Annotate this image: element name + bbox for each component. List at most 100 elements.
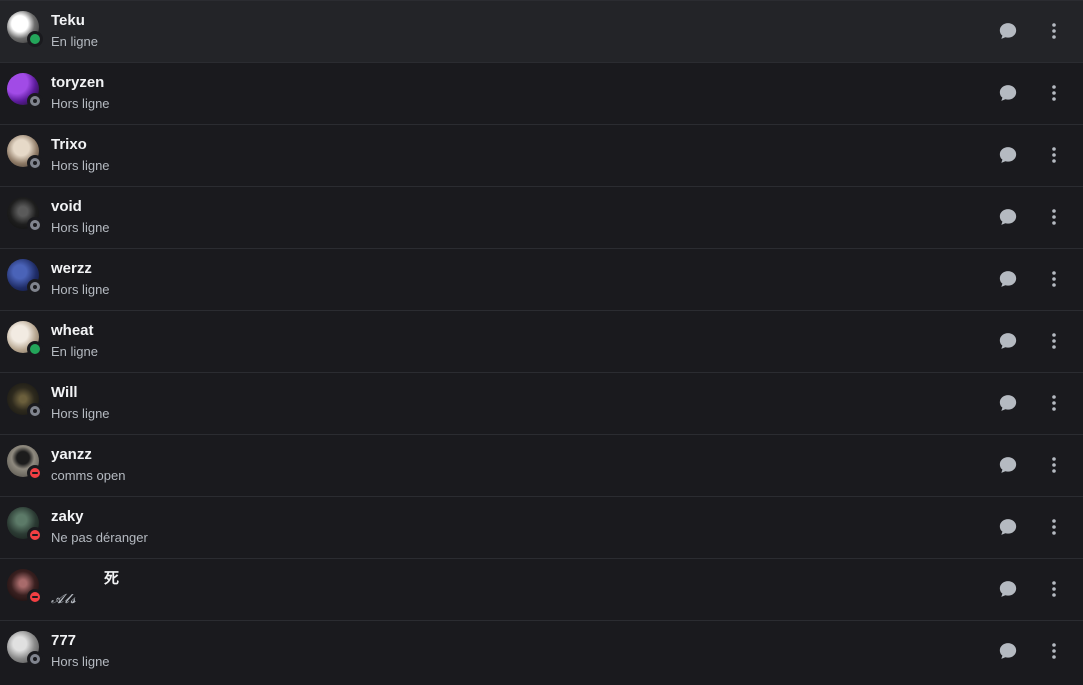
status-offline-indicator (27, 93, 43, 109)
avatar (7, 73, 43, 109)
message-button[interactable] (990, 633, 1026, 669)
friend-status-text: Hors ligne (51, 96, 110, 111)
friend-name: yanzz (51, 446, 92, 463)
friend-row[interactable]: yanzz comms open (0, 434, 1083, 496)
avatar (7, 445, 43, 481)
more-options-button[interactable] (1036, 261, 1072, 297)
message-button[interactable] (990, 323, 1026, 359)
friend-name: Trixo (51, 136, 87, 153)
friend-row[interactable]: Trixo Hors ligne (0, 124, 1083, 186)
chat-bubble-icon (999, 23, 1017, 39)
message-button[interactable] (990, 75, 1026, 111)
status-online-indicator (27, 31, 43, 47)
friend-name: zaky (51, 508, 84, 525)
more-options-button[interactable] (1036, 447, 1072, 483)
vertical-dots-icon (1052, 147, 1056, 163)
message-button[interactable] (990, 137, 1026, 173)
more-options-button[interactable] (1036, 633, 1072, 669)
friend-row[interactable]: werzz Hors ligne (0, 248, 1083, 310)
vertical-dots-icon (1052, 271, 1056, 287)
status-online-indicator (27, 341, 43, 357)
avatar (7, 321, 43, 357)
vertical-dots-icon (1052, 209, 1056, 225)
avatar (7, 197, 43, 233)
vertical-dots-icon (1052, 395, 1056, 411)
more-options-button[interactable] (1036, 75, 1072, 111)
friend-name: werzz (51, 260, 92, 277)
friend-status-text: En ligne (51, 34, 98, 49)
friend-row[interactable]: 死 𝓐𝓵𝓼 (0, 558, 1083, 620)
more-options-button[interactable] (1036, 571, 1072, 607)
more-options-button[interactable] (1036, 509, 1072, 545)
chat-bubble-icon (999, 519, 1017, 535)
friend-row[interactable]: void Hors ligne (0, 186, 1083, 248)
chat-bubble-icon (999, 581, 1017, 597)
avatar (7, 11, 43, 47)
friend-name: void (51, 198, 82, 215)
friends-list: Teku En ligne toryzen Hors ligne Trixo H… (0, 0, 1083, 685)
message-button[interactable] (990, 509, 1026, 545)
chat-bubble-icon (999, 643, 1017, 659)
friend-name: toryzen (51, 74, 105, 91)
avatar (7, 383, 43, 419)
vertical-dots-icon (1052, 581, 1056, 597)
friend-status-text: Hors ligne (51, 406, 110, 421)
friend-status-text: Hors ligne (51, 654, 110, 669)
status-dnd-indicator (27, 527, 43, 543)
friend-row[interactable]: Will Hors ligne (0, 372, 1083, 434)
chat-bubble-icon (999, 271, 1017, 287)
message-button[interactable] (990, 13, 1026, 49)
vertical-dots-icon (1052, 333, 1056, 349)
friend-row[interactable]: toryzen Hors ligne (0, 62, 1083, 124)
vertical-dots-icon (1052, 457, 1056, 473)
status-offline-indicator (27, 651, 43, 667)
friend-status-text: comms open (51, 468, 126, 483)
friend-name: 777 (51, 632, 77, 649)
chat-bubble-icon (999, 457, 1017, 473)
chat-bubble-icon (999, 85, 1017, 101)
more-options-button[interactable] (1036, 323, 1072, 359)
avatar (7, 631, 43, 667)
chat-bubble-icon (999, 147, 1017, 163)
friend-status-text: Hors ligne (51, 220, 110, 235)
avatar (7, 507, 43, 543)
friend-row[interactable]: Teku En ligne (0, 0, 1083, 62)
status-offline-indicator (27, 403, 43, 419)
message-button[interactable] (990, 385, 1026, 421)
friend-status-text: 𝓐𝓵𝓼 (51, 592, 77, 607)
status-offline-indicator (27, 155, 43, 171)
more-options-button[interactable] (1036, 137, 1072, 173)
friend-row[interactable]: zaky Ne pas déranger (0, 496, 1083, 558)
vertical-dots-icon (1052, 23, 1056, 39)
friend-name: Teku (51, 12, 85, 29)
vertical-dots-icon (1052, 85, 1056, 101)
message-button[interactable] (990, 261, 1026, 297)
more-options-button[interactable] (1036, 199, 1072, 235)
friend-name: wheat (51, 322, 94, 339)
chat-bubble-icon (999, 333, 1017, 349)
friend-status-text: Hors ligne (51, 282, 110, 297)
chat-bubble-icon (999, 209, 1017, 225)
avatar (7, 569, 43, 605)
more-options-button[interactable] (1036, 385, 1072, 421)
message-button[interactable] (990, 447, 1026, 483)
friend-status-text: En ligne (51, 344, 98, 359)
avatar (7, 259, 43, 295)
status-dnd-indicator (27, 465, 43, 481)
vertical-dots-icon (1052, 519, 1056, 535)
chat-bubble-icon (999, 395, 1017, 411)
status-dnd-indicator (27, 589, 43, 605)
friend-name: Will (51, 384, 78, 401)
status-offline-indicator (27, 217, 43, 233)
avatar (7, 135, 43, 171)
message-button[interactable] (990, 571, 1026, 607)
friend-status-text: Hors ligne (51, 158, 110, 173)
status-offline-indicator (27, 279, 43, 295)
message-button[interactable] (990, 199, 1026, 235)
friend-name: 死 (104, 570, 120, 587)
friend-row[interactable]: 777 Hors ligne (0, 620, 1083, 682)
more-options-button[interactable] (1036, 13, 1072, 49)
friend-status-text: Ne pas déranger (51, 530, 148, 545)
vertical-dots-icon (1052, 643, 1056, 659)
friend-row[interactable]: wheat En ligne (0, 310, 1083, 372)
